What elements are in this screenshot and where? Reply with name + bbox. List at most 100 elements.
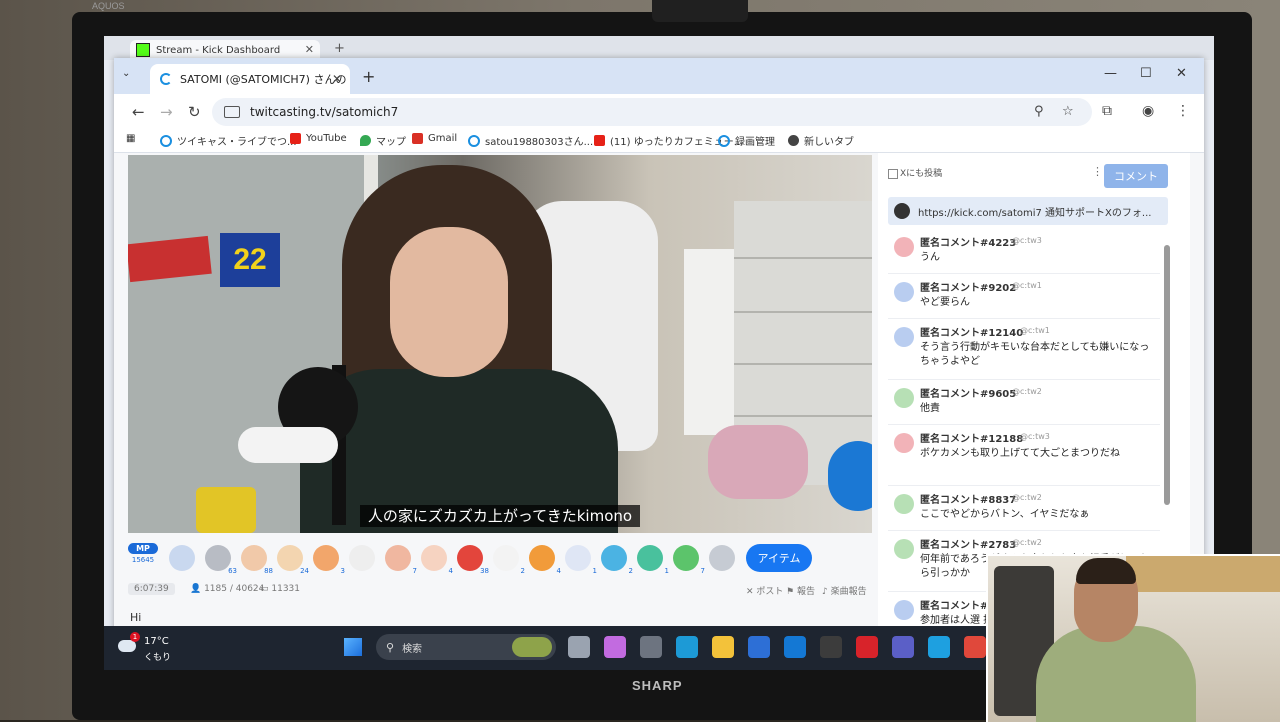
bookmark-3[interactable]: Gmail: [412, 133, 457, 144]
report-link[interactable]: ⚑ 報告: [786, 584, 815, 597]
new-tab-icon[interactable]: +: [362, 67, 375, 86]
back-window-tabbar: Stream - Kick Dashboard ✕ +: [104, 36, 1214, 60]
weather-condition: くもり: [144, 653, 172, 663]
video-fridge: [684, 249, 734, 435]
gift-item[interactable]: 4: [421, 545, 453, 575]
extensions-icon[interactable]: ⧉: [1102, 103, 1112, 119]
minimize-icon[interactable]: —: [1104, 66, 1117, 81]
reload-icon[interactable]: ↻: [188, 103, 201, 121]
gift-item[interactable]: 1: [565, 545, 597, 575]
app-icon[interactable]: [640, 636, 662, 658]
explorer-icon[interactable]: [712, 636, 734, 658]
onair-icon[interactable]: [856, 636, 878, 658]
comment-input-text[interactable]: Hi: [130, 611, 141, 624]
gift-item[interactable]: 7: [385, 545, 417, 575]
temperature: 17°C: [144, 636, 169, 647]
gift-item[interactable]: 63: [205, 545, 237, 575]
post-link[interactable]: ✕ ポスト: [746, 584, 783, 597]
menu-icon[interactable]: ⋮: [1176, 103, 1190, 119]
start-icon[interactable]: [344, 638, 362, 656]
app2-icon[interactable]: [928, 636, 950, 658]
gift-item[interactable]: 24: [277, 545, 309, 575]
close-icon[interactable]: ✕: [305, 43, 314, 56]
x-post-checkbox[interactable]: [888, 169, 898, 179]
bookmark-2[interactable]: マップ: [360, 133, 406, 148]
comment-scrollbar[interactable]: [1164, 245, 1170, 505]
close-tab-icon[interactable]: ✕: [332, 72, 342, 86]
gift-count: 3: [340, 567, 345, 575]
avatar: [894, 203, 910, 219]
close-window-icon[interactable]: ✕: [1176, 66, 1187, 81]
mp-counter[interactable]: MP 15645: [128, 543, 158, 573]
comment-row[interactable]: 匿名コメント#12188 @c:tw3 ボケカメンも取り上げてて大ごとまつりだね: [888, 425, 1160, 486]
more-options-icon[interactable]: ⋮: [1092, 165, 1103, 178]
song-report-link[interactable]: ♪ 楽曲報告: [822, 584, 867, 597]
comment-row[interactable]: 匿名コメント#8837 @c:tw2 ここでやどからバトン、イヤミだなぁ: [888, 486, 1160, 531]
search-placeholder: 検索: [402, 643, 423, 655]
comment-row[interactable]: 匿名コメント#12140 @c:tw1 そう言う行動がキモいな台本だとしても嫌いにな…: [888, 319, 1160, 380]
pop-filter: [238, 427, 338, 463]
task-view-icon[interactable]: [568, 636, 590, 658]
gift-item[interactable]: 2: [601, 545, 633, 575]
teams-icon[interactable]: [892, 636, 914, 658]
zoom-icon[interactable]: ⚲: [1034, 104, 1044, 119]
comment-row[interactable]: 匿名コメント#4223 @c:tw3 うん: [888, 229, 1160, 274]
star-icon[interactable]: ☆: [1062, 104, 1074, 119]
gift-count: 7: [700, 567, 705, 575]
gift-item[interactable]: 38: [457, 545, 489, 575]
chrome-icon: [788, 135, 799, 146]
gift-count: 7: [412, 567, 417, 575]
webcam-overlay: [986, 554, 1280, 722]
stream-video[interactable]: 22 人の家にズカズカ上がってきたkimono: [128, 155, 872, 533]
bookmark-4[interactable]: satou19880303さん...: [468, 133, 593, 148]
back-window-tab[interactable]: Stream - Kick Dashboard ✕: [130, 40, 320, 60]
bookmark-6[interactable]: 録画管理: [718, 133, 775, 148]
bookmark-0[interactable]: ツイキャス・ライブでつ...: [160, 133, 297, 148]
comment-row[interactable]: 匿名コメント#9202 @c:tw1 やど要らん: [888, 274, 1160, 319]
item-button[interactable]: アイテム: [746, 544, 812, 572]
tab-twitcasting[interactable]: SATOMI (@SATOMICH7) さんの ✕: [150, 64, 350, 94]
edge-icon[interactable]: [676, 636, 698, 658]
gift-item[interactable]: 2: [493, 545, 525, 575]
post-label: ポスト: [756, 587, 784, 597]
site-info-icon[interactable]: [224, 106, 240, 118]
forward-icon[interactable]: →: [160, 103, 173, 121]
gift-count: 38: [480, 567, 489, 575]
gift-item[interactable]: 7: [673, 545, 705, 575]
comment-button[interactable]: コメント: [1104, 164, 1168, 188]
new-tab-icon[interactable]: +: [334, 41, 345, 56]
outlook-icon[interactable]: [784, 636, 806, 658]
pinned-comment[interactable]: https://kick.com/satomi7 通知サポートXのフォ...: [888, 197, 1168, 225]
avatar: [894, 388, 914, 408]
comment-text: やど要らん: [920, 297, 970, 308]
gift-item[interactable]: 88: [241, 545, 273, 575]
gift-item[interactable]: 1: [637, 545, 669, 575]
maximize-icon[interactable]: ☐: [1140, 66, 1152, 81]
copilot-icon[interactable]: [604, 636, 626, 658]
apps-icon[interactable]: ▦: [126, 133, 135, 144]
bookmark-1[interactable]: YouTube: [290, 133, 347, 144]
gift-item[interactable]: 4: [529, 545, 561, 575]
address-bar[interactable]: twitcasting.tv/satomich7 ⚲ ☆: [212, 98, 1092, 126]
comment-text: そう言う行動がキモいな台本だとしても嫌いになっちゃうよやど: [920, 342, 1150, 367]
tab-search-icon[interactable]: ⌄: [122, 68, 130, 79]
profile-icon[interactable]: ◉: [1142, 103, 1154, 119]
taskbar-search[interactable]: ⚲ 検索: [376, 634, 556, 660]
avatar: [894, 494, 914, 514]
gift-item[interactable]: [709, 545, 735, 571]
obs-icon[interactable]: [820, 636, 842, 658]
weather-widget[interactable]: 1 17°C くもり: [114, 632, 184, 664]
gift-count: 2: [520, 567, 525, 575]
comment-author: 匿名コメント#12140: [920, 328, 1024, 339]
gift-item[interactable]: [169, 545, 195, 571]
gift-item[interactable]: 3: [313, 545, 345, 575]
tab-title: SATOMI (@SATOMICH7) さんの: [180, 73, 347, 86]
comment-row[interactable]: 匿名コメント#9605 @c:tw2 他責: [888, 380, 1160, 425]
comment-count-text: 11331: [271, 584, 301, 594]
monitor-brand: SHARP: [632, 678, 683, 693]
bookmark-7[interactable]: 新しいタブ: [788, 133, 854, 148]
store-icon[interactable]: [748, 636, 770, 658]
gift-item[interactable]: [349, 545, 375, 571]
chrome-icon[interactable]: [964, 636, 986, 658]
back-icon[interactable]: ←: [132, 103, 145, 121]
